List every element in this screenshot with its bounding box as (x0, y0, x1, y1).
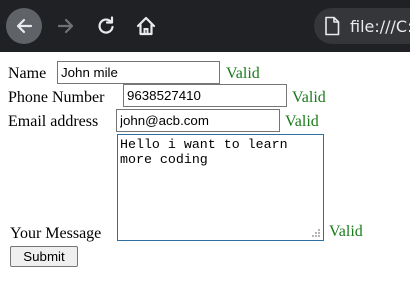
file-icon (323, 15, 341, 37)
forward-arrow-icon (57, 18, 74, 34)
message-textarea[interactable]: Hello i want to learn more coding (117, 134, 324, 241)
name-valid-text: Valid (226, 65, 260, 82)
submit-button[interactable]: Submit (10, 246, 78, 267)
message-valid-text: Valid (329, 223, 363, 240)
phone-valid-text: Valid (292, 89, 326, 106)
address-text: file:///C: (350, 16, 410, 36)
home-button[interactable] (128, 8, 164, 44)
phone-label: Phone Number (8, 89, 105, 106)
address-bar[interactable]: file:///C: (314, 8, 410, 44)
home-icon (136, 16, 156, 36)
email-label: Email address (8, 113, 99, 130)
reload-icon (98, 16, 114, 34)
browser-toolbar: file:///C: (0, 0, 410, 52)
back-button[interactable] (6, 8, 42, 44)
back-arrow-icon (16, 18, 33, 34)
forward-button[interactable] (48, 8, 84, 44)
contact-form: Name Valid Phone Number Valid Email addr… (0, 52, 410, 297)
email-valid-text: Valid (285, 113, 319, 130)
message-label: Your Message (10, 225, 102, 242)
reload-button[interactable] (88, 8, 124, 44)
name-input[interactable] (57, 61, 220, 84)
name-label: Name (8, 65, 47, 82)
phone-input[interactable] (123, 84, 287, 107)
email-input[interactable] (116, 109, 280, 132)
resize-grip-icon[interactable] (310, 227, 322, 239)
